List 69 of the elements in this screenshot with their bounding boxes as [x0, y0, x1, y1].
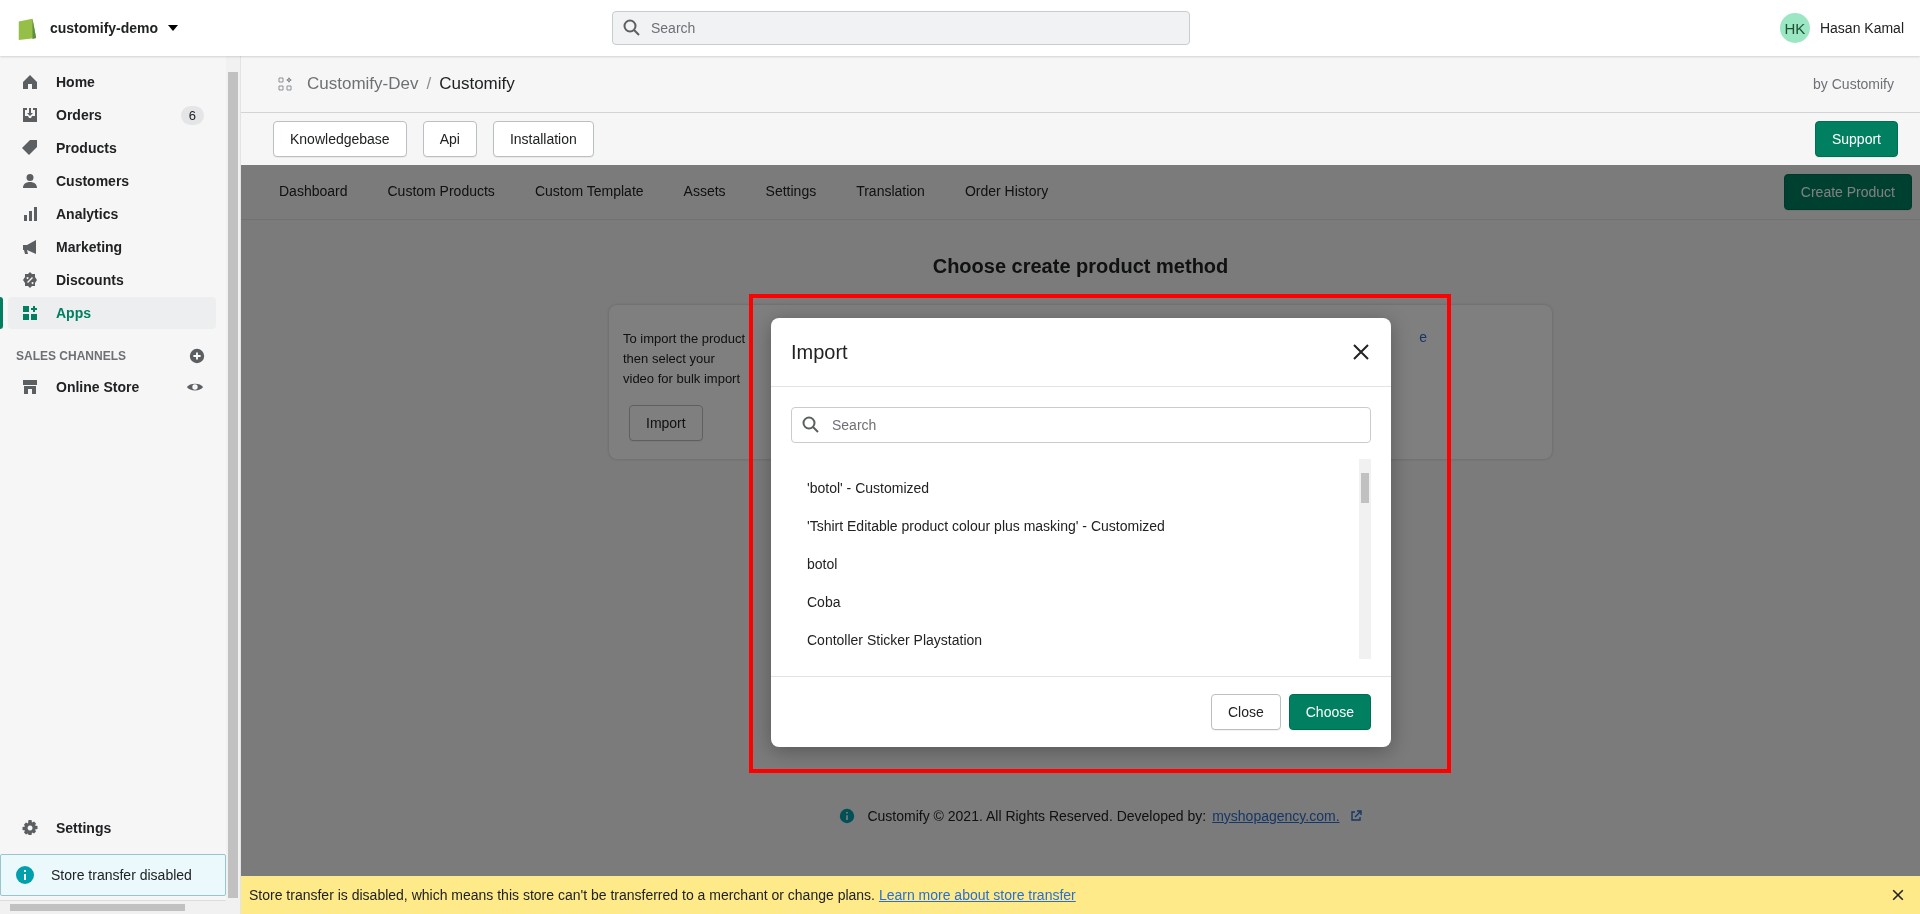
app-tab[interactable]: Dashboard — [259, 165, 368, 219]
info-icon — [839, 808, 856, 824]
info-icon — [15, 865, 35, 885]
nav-item[interactable]: Products — [8, 132, 216, 164]
user-avatar[interactable]: HK — [1779, 13, 1810, 43]
card-text: video for bulk import — [623, 370, 741, 388]
store-name[interactable]: customify-demo — [50, 20, 159, 36]
app-tab[interactable]: Assets — [663, 165, 746, 219]
nav-icon — [20, 105, 40, 125]
support-button[interactable]: Support — [1814, 121, 1898, 157]
nav-icon — [20, 303, 40, 323]
add-icon[interactable] — [188, 347, 206, 365]
product-option[interactable]: 'Tshirt Editable product colour plus masking' - Customized — [791, 507, 1359, 545]
page-heading: Choose create product method — [931, 254, 1230, 278]
store-icon — [20, 377, 40, 397]
footer-text: Customify © 2021. All Rights Reserved. Developed by: — [867, 808, 1207, 824]
app-tab[interactable]: Order History — [944, 165, 1069, 219]
gear-icon — [20, 818, 40, 838]
search-icon — [622, 18, 642, 38]
vertical-scrollbar[interactable] — [226, 56, 240, 914]
search-icon — [801, 415, 821, 435]
nav-icon — [20, 270, 40, 290]
dialog-button[interactable]: Choose — [1288, 694, 1371, 730]
nav-item[interactable]: Customers — [8, 165, 216, 197]
banner-text: Store transfer is disabled, which means this store can't be transferred to a merchant or change plans. Learn more about store transfer — [249, 887, 1076, 903]
app-tab[interactable]: Translation — [836, 165, 945, 219]
close-icon[interactable] — [1890, 887, 1906, 903]
nav-icon — [20, 171, 40, 191]
product-option[interactable]: Contoller Sticker Playstation — [791, 621, 1359, 659]
app-tab[interactable]: Custom Template — [514, 165, 664, 219]
breadcrumb-link[interactable]: Customify-Dev — [307, 74, 419, 94]
toolbar-button[interactable]: Knowledgebase — [273, 121, 407, 157]
nav-item[interactable]: Analytics — [8, 198, 216, 230]
vertical-scrollbar[interactable] — [1359, 459, 1371, 659]
search-field[interactable]: Search — [612, 11, 1190, 45]
app-tab[interactable]: Custom Products — [367, 165, 515, 219]
product-option[interactable]: Coba — [791, 583, 1359, 621]
app-tab[interactable]: Settings — [745, 165, 837, 219]
toolbar-button[interactable]: Installation — [492, 121, 594, 157]
page-title: Customify — [439, 74, 515, 94]
nav-item[interactable]: Home — [8, 66, 216, 98]
banner-link[interactable]: Learn more about store transfer — [878, 887, 1076, 903]
nav-icon — [20, 138, 40, 158]
product-option[interactable]: 'botol' - Customized — [791, 469, 1359, 507]
nav-item[interactable]: Settings — [8, 812, 216, 844]
breadcrumb-separator: / — [426, 74, 432, 94]
close-icon[interactable] — [1351, 342, 1371, 362]
horizontal-scrollbar[interactable] — [0, 900, 226, 914]
nav-item[interactable]: Orders 6 — [8, 99, 216, 131]
external-link-icon[interactable] — [1349, 810, 1362, 822]
card-text: then select your — [623, 350, 715, 368]
vendor-label: by Customify — [1813, 76, 1894, 92]
apps-icon — [277, 76, 293, 92]
nav-icon — [20, 72, 40, 92]
dialog-button[interactable]: Close — [1210, 694, 1281, 730]
count-badge: 6 — [180, 105, 204, 125]
nav-item[interactable]: Discounts — [8, 264, 216, 296]
search-field[interactable]: Search — [791, 407, 1371, 443]
nav-item[interactable]: Online Store — [8, 371, 216, 403]
card-text: To import the product — [623, 330, 746, 348]
product-option[interactable]: botol — [791, 545, 1359, 583]
store-transfer-notice[interactable]: Store transfer disabled — [0, 854, 226, 896]
nav-item[interactable]: Marketing — [8, 231, 216, 263]
import-button[interactable]: Import — [629, 405, 703, 441]
caret-icon[interactable] — [168, 25, 179, 31]
section-heading: SALES CHANNELS — [16, 349, 126, 363]
dialog-title: Import — [791, 340, 848, 364]
toolbar-button[interactable]: Api — [422, 121, 477, 157]
user-name[interactable]: Hasan Kamal — [1819, 20, 1904, 36]
